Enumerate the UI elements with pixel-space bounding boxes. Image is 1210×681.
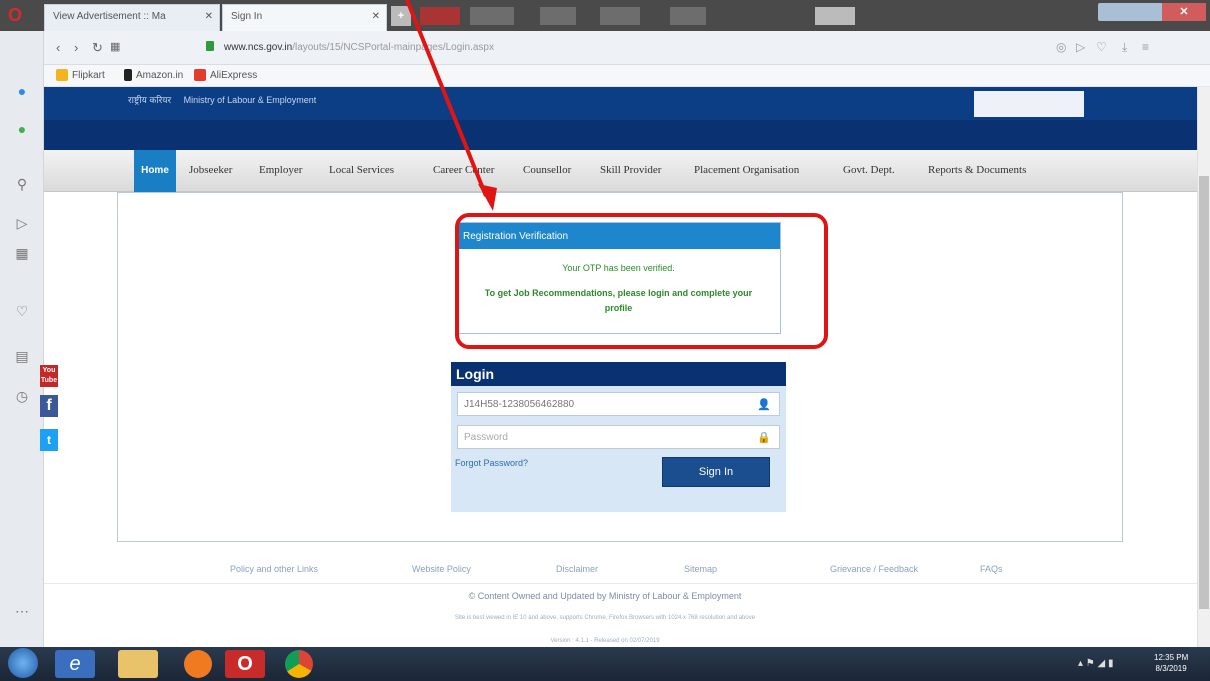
twitter-icon[interactable]: t: [40, 429, 58, 451]
login-panel: Login J14H58-1238056462880 👤 Password 🔒 …: [451, 362, 786, 512]
opera-sidebar: ● ● ⚲ ▷ ▦ ♡ ▤ ◷ ⋯: [0, 31, 44, 647]
tab-close-icon[interactable]: ✕: [205, 11, 213, 22]
clock-time: 12:35 PM: [1154, 653, 1189, 662]
password-field[interactable]: Password 🔒: [457, 425, 780, 449]
username-field[interactable]: J14H58-1238056462880 👤: [457, 392, 780, 416]
scrollbar-thumb[interactable]: [1199, 176, 1209, 609]
bookmark-label: Flipkart: [72, 69, 105, 81]
main-nav: Home Jobseeker Employer Local Services C…: [44, 150, 1197, 192]
bookmark-label: Amazon.in: [136, 69, 184, 81]
url-field[interactable]: www.ncs.gov.in/layouts/15/NCSPortal-main…: [224, 39, 1044, 57]
camera-icon[interactable]: ◎: [1056, 40, 1066, 54]
nav-jobseeker[interactable]: Jobseeker: [189, 164, 232, 176]
heart-icon[interactable]: ♡: [1096, 40, 1107, 54]
footer-link-grievance[interactable]: Grievance / Feedback: [830, 564, 918, 574]
facebook-icon[interactable]: f: [40, 395, 58, 417]
highlight-box: [455, 213, 828, 349]
youtube-icon[interactable]: You Tube: [40, 365, 58, 387]
window-close-button[interactable]: ✕: [1162, 3, 1206, 21]
system-tray[interactable]: ▴ ⚑ ◢ ▮: [1078, 658, 1114, 669]
header-stripe: [44, 120, 1197, 150]
new-tab-button[interactable]: +: [391, 6, 411, 26]
tab-view-advertisement[interactable]: View Advertisement :: Ma ✕: [44, 4, 220, 31]
lock-icon: [206, 41, 214, 51]
blurred-tab: [470, 7, 514, 25]
nav-employer[interactable]: Employer: [259, 164, 302, 176]
flow-icon[interactable]: ▷: [12, 213, 32, 233]
bookmark-aliexpress[interactable]: AliExpress: [194, 69, 257, 81]
nav-govt-dept[interactable]: Govt. Dept.: [843, 164, 895, 176]
tab-sign-in[interactable]: Sign In ✕: [222, 4, 387, 31]
header-text: राष्ट्रीय करियर Ministry of Labour & Emp…: [128, 95, 317, 105]
blurred-tab: [600, 7, 640, 25]
clock-date: 8/3/2019: [1155, 664, 1187, 673]
nav-home[interactable]: Home: [134, 150, 176, 192]
clock-icon[interactable]: ◷: [12, 386, 32, 406]
speed-dial-icon[interactable]: ▦: [110, 40, 120, 53]
opera-icon[interactable]: O: [225, 650, 265, 678]
footer-link-faqs[interactable]: FAQs: [980, 564, 1003, 574]
bookmark-flipkart[interactable]: Flipkart: [56, 69, 105, 81]
sign-in-button[interactable]: Sign In: [662, 457, 770, 487]
bookmark-label: AliExpress: [210, 69, 258, 81]
chrome-icon[interactable]: [285, 650, 313, 678]
back-icon[interactable]: ‹: [56, 40, 60, 55]
bookmark-amazon[interactable]: Amazon.in: [124, 69, 183, 81]
file-explorer-icon[interactable]: [118, 650, 158, 678]
whatsapp-icon[interactable]: ●: [12, 119, 32, 139]
tab-close-icon[interactable]: ✕: [372, 11, 380, 22]
browser-tab-bar: O View Advertisement :: Ma ✕ Sign In ✕ +…: [0, 0, 1210, 31]
user-icon: 👤: [757, 399, 771, 411]
bookmarks-bar: Flipkart Amazon.in AliExpress: [44, 65, 1210, 87]
address-bar: ‹ › ↻ ▦ www.ncs.gov.in/layouts/15/NCSPor…: [44, 31, 1210, 65]
footer-link-website-policy[interactable]: Website Policy: [412, 564, 471, 574]
nav-skill-provider[interactable]: Skill Provider: [600, 164, 661, 176]
footer-link-policy[interactable]: Policy and other Links: [230, 564, 318, 574]
header-logo: [974, 91, 1084, 117]
nav-counsellor[interactable]: Counsellor: [523, 164, 571, 176]
history-icon[interactable]: ▤: [12, 346, 32, 366]
reload-icon[interactable]: ↻: [92, 40, 103, 56]
firefox-icon[interactable]: [184, 650, 212, 678]
login-title: Login: [451, 362, 786, 386]
windows-taskbar: [0, 647, 1210, 681]
blurred-tab: [815, 7, 855, 25]
search-icon[interactable]: ⚲: [12, 174, 32, 194]
nav-reports-documents[interactable]: Reports & Documents: [928, 164, 1026, 176]
play-icon[interactable]: ▷: [1076, 40, 1085, 54]
forward-icon[interactable]: ›: [74, 40, 78, 55]
nav-placement-organisation[interactable]: Placement Organisation: [694, 164, 799, 176]
menu-icon[interactable]: ≡: [1142, 40, 1149, 54]
password-placeholder: Password: [464, 432, 508, 443]
username-value: J14H58-1238056462880: [464, 399, 575, 410]
version-text: Version : 4.1.1 - Released on 02/07/2019: [550, 638, 660, 644]
tab-label: View Advertisement :: Ma: [53, 11, 166, 22]
blurred-tab: [420, 7, 460, 25]
internet-explorer-icon[interactable]: e: [55, 650, 95, 678]
copyright-text: © Content Owned and Updated by Ministry …: [468, 591, 742, 601]
nav-local-services[interactable]: Local Services: [329, 164, 394, 176]
footer-link-disclaimer[interactable]: Disclaimer: [556, 564, 598, 574]
blurred-tab: [540, 7, 576, 25]
forgot-password-link[interactable]: Forgot Password?: [455, 458, 528, 468]
opera-logo-icon[interactable]: O: [8, 6, 26, 24]
footer-divider: [44, 583, 1197, 584]
browser-note: Site is best viewed in IE 10 and above, …: [454, 615, 756, 621]
start-button-icon[interactable]: [8, 648, 38, 678]
nav-career-center[interactable]: Career Center: [433, 164, 494, 176]
aliexpress-icon: [194, 69, 206, 81]
footer-link-sitemap[interactable]: Sitemap: [684, 564, 717, 574]
blurred-tab: [670, 7, 706, 25]
speed-dial-icon[interactable]: ▦: [12, 243, 32, 263]
clock[interactable]: 12:35 PM 8/3/2019: [1154, 652, 1188, 674]
heart-icon[interactable]: ♡: [12, 301, 32, 321]
messenger-icon[interactable]: ●: [12, 81, 32, 101]
lock-icon: 🔒: [757, 432, 771, 444]
flipkart-icon: [56, 69, 68, 81]
amazon-icon: [124, 69, 132, 81]
tab-label: Sign In: [231, 11, 263, 22]
download-icon[interactable]: ⤓: [1122, 40, 1127, 55]
